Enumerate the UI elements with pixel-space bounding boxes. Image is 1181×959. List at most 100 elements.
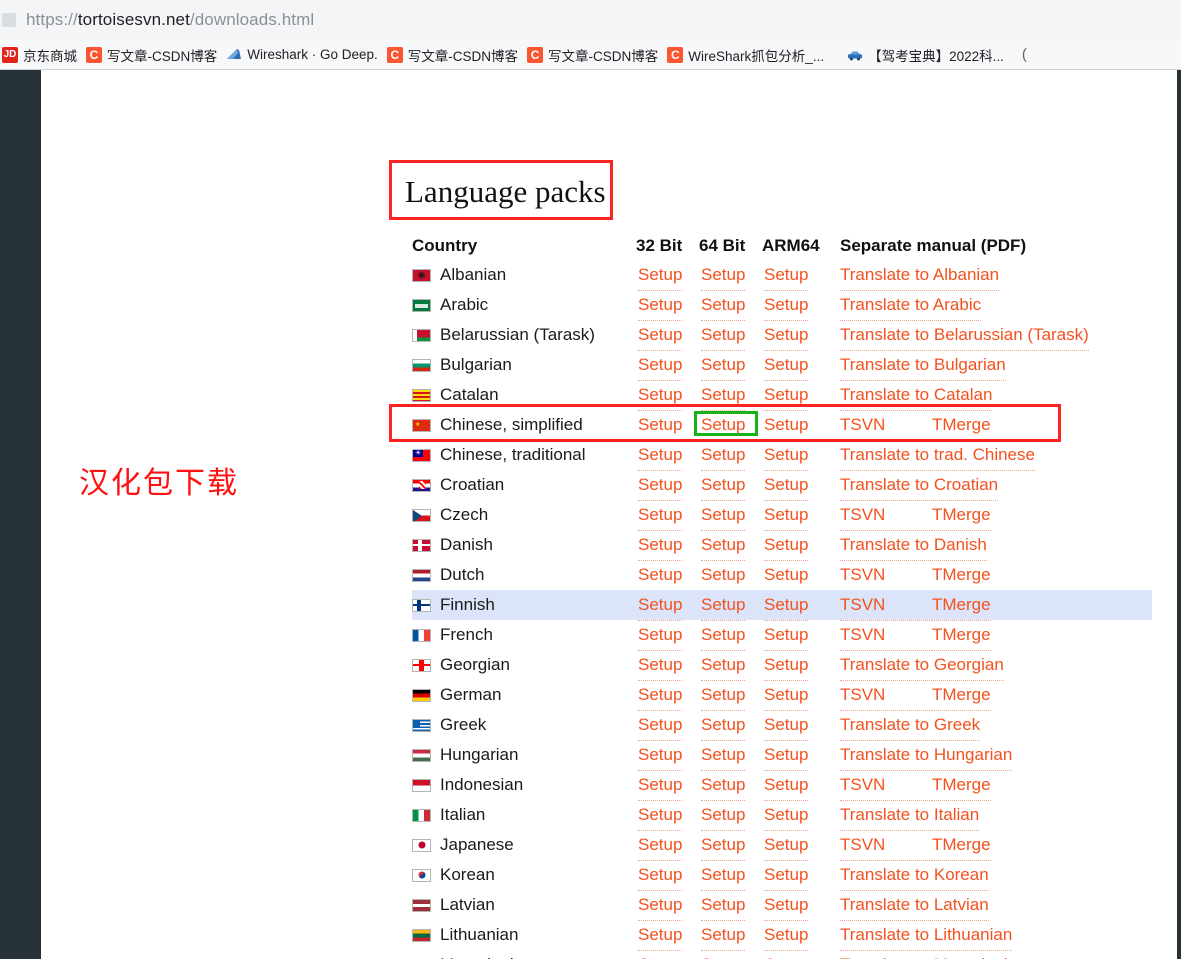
setup-32bit-link[interactable]: Setup xyxy=(638,320,683,351)
manual-translate-link[interactable]: Translate to Greek xyxy=(840,710,981,741)
setup-32bit-link[interactable]: Setup xyxy=(638,440,683,471)
setup-64bit-link[interactable]: Setup xyxy=(701,740,746,771)
setup-arm64-link[interactable]: Setup xyxy=(764,680,809,711)
manual-tmerge-link[interactable]: TMerge xyxy=(932,500,991,531)
address-bar[interactable]: https://tortoisesvn.net/downloads.html xyxy=(0,0,1181,40)
setup-64bit-link[interactable]: Setup xyxy=(701,680,746,711)
bookmark-item-csdn-1[interactable]: C 写文章-CSDN博客 xyxy=(84,42,224,68)
manual-translate-link[interactable]: Translate to Korean xyxy=(840,860,989,891)
setup-64bit-link[interactable]: Setup xyxy=(701,860,746,891)
setup-arm64-link[interactable]: Setup xyxy=(764,440,809,471)
manual-translate-link[interactable]: Translate to Catalan xyxy=(840,380,993,411)
bookmark-item-wireshark[interactable]: Wireshark · Go Deep. xyxy=(224,42,385,68)
setup-32bit-link[interactable]: Setup xyxy=(638,410,683,441)
setup-64bit-link[interactable]: Setup xyxy=(701,830,746,861)
setup-arm64-link[interactable]: Setup xyxy=(764,800,809,831)
setup-arm64-link[interactable]: Setup xyxy=(764,890,809,921)
setup-64bit-link[interactable]: Setup xyxy=(701,500,746,531)
manual-translate-link[interactable]: Translate to Macedonian xyxy=(840,950,1026,959)
setup-32bit-link[interactable]: Setup xyxy=(638,530,683,561)
bookmark-item-csdn-3[interactable]: C 写文章-CSDN博客 xyxy=(525,42,665,68)
setup-32bit-link[interactable]: Setup xyxy=(638,680,683,711)
manual-tsvn-link[interactable]: TSVN xyxy=(840,680,932,711)
setup-64bit-link[interactable]: Setup xyxy=(701,290,746,321)
manual-tsvn-link[interactable]: TSVN xyxy=(840,410,932,441)
bookmark-overflow-icon[interactable]: ( xyxy=(1015,42,1034,68)
setup-64bit-link[interactable]: Setup xyxy=(701,590,746,621)
setup-64bit-link[interactable]: Setup xyxy=(701,620,746,651)
setup-64bit-link[interactable]: Setup xyxy=(701,890,746,921)
setup-32bit-link[interactable]: Setup xyxy=(638,950,682,959)
manual-tmerge-link[interactable]: TMerge xyxy=(932,770,991,801)
setup-64bit-link[interactable]: Setup xyxy=(701,800,746,831)
manual-tmerge-link[interactable]: TMerge xyxy=(932,830,991,861)
setup-64bit-link[interactable]: Setup xyxy=(701,380,746,411)
setup-32bit-link[interactable]: Setup xyxy=(638,560,683,591)
setup-32bit-link[interactable]: Setup xyxy=(638,650,683,681)
setup-arm64-link[interactable]: Setup xyxy=(764,590,809,621)
manual-tmerge-link[interactable]: TMerge xyxy=(932,620,991,651)
setup-64bit-link[interactable]: Setup xyxy=(701,440,746,471)
bookmark-item-jd[interactable]: JD 京东商城 xyxy=(0,42,84,68)
manual-translate-link[interactable]: Translate to Lithuanian xyxy=(840,920,1013,951)
setup-32bit-link[interactable]: Setup xyxy=(638,830,683,861)
setup-64bit-link[interactable]: Setup xyxy=(701,470,746,501)
manual-translate-link[interactable]: Translate to Italian xyxy=(840,800,980,831)
manual-tsvn-link[interactable]: TSVN xyxy=(840,560,932,591)
manual-tmerge-link[interactable]: TMerge xyxy=(932,680,991,711)
setup-64bit-link[interactable]: Setup xyxy=(701,260,746,291)
setup-arm64-link[interactable]: Setup xyxy=(764,710,809,741)
manual-tsvn-link[interactable]: TSVN xyxy=(840,590,932,621)
setup-arm64-link[interactable]: Setup xyxy=(764,410,809,441)
setup-arm64-link[interactable]: Setup xyxy=(764,860,809,891)
bookmark-item-wireshark-article[interactable]: C WireShark抓包分析_... xyxy=(665,42,831,68)
setup-32bit-link[interactable]: Setup xyxy=(638,890,683,921)
setup-32bit-link[interactable]: Setup xyxy=(638,380,683,411)
setup-arm64-link[interactable]: Setup xyxy=(764,740,809,771)
setup-32bit-link[interactable]: Setup xyxy=(638,710,683,741)
setup-32bit-link[interactable]: Setup xyxy=(638,290,683,321)
manual-tsvn-link[interactable]: TSVN xyxy=(840,770,932,801)
setup-arm64-link[interactable]: Setup xyxy=(764,530,809,561)
setup-32bit-link[interactable]: Setup xyxy=(638,740,683,771)
setup-64bit-link[interactable]: Setup xyxy=(701,350,746,381)
manual-translate-link[interactable]: Translate to Latvian xyxy=(840,890,989,921)
setup-arm64-link[interactable]: Setup xyxy=(764,470,809,501)
manual-tmerge-link[interactable]: TMerge xyxy=(932,590,991,621)
setup-64bit-link[interactable]: Setup xyxy=(701,560,746,591)
setup-32bit-link[interactable]: Setup xyxy=(638,770,683,801)
setup-arm64-link[interactable]: Setup xyxy=(764,290,809,321)
setup-64bit-link[interactable]: Setup xyxy=(701,710,746,741)
manual-translate-link[interactable]: Translate to Danish xyxy=(840,530,987,561)
manual-tsvn-link[interactable]: TSVN xyxy=(840,620,932,651)
setup-32bit-link[interactable]: Setup xyxy=(638,620,683,651)
setup-64bit-link[interactable]: Setup xyxy=(701,650,746,681)
setup-arm64-link[interactable]: Setup xyxy=(764,920,809,951)
setup-arm64-link[interactable]: Setup xyxy=(764,320,809,351)
manual-translate-link[interactable]: Translate to Bulgarian xyxy=(840,350,1006,381)
setup-arm64-link[interactable]: Setup xyxy=(764,380,809,411)
setup-32bit-link[interactable]: Setup xyxy=(638,590,683,621)
setup-32bit-link[interactable]: Setup xyxy=(638,500,683,531)
setup-32bit-link[interactable]: Setup xyxy=(638,350,683,381)
manual-translate-link[interactable]: Translate to Hungarian xyxy=(840,740,1013,771)
manual-translate-link[interactable]: Translate to Croatian xyxy=(840,470,999,501)
setup-arm64-link[interactable]: Setup xyxy=(764,350,809,381)
setup-arm64-link[interactable]: Setup xyxy=(764,650,809,681)
setup-32bit-link[interactable]: Setup xyxy=(638,470,683,501)
setup-64bit-link[interactable]: Setup xyxy=(701,950,745,959)
manual-translate-link[interactable]: Translate to Belarussian (Tarask) xyxy=(840,320,1089,351)
manual-translate-link[interactable]: Translate to Arabic xyxy=(840,290,982,321)
manual-tsvn-link[interactable]: TSVN xyxy=(840,830,932,861)
manual-translate-link[interactable]: Translate to Albanian xyxy=(840,260,1000,291)
setup-32bit-link[interactable]: Setup xyxy=(638,920,683,951)
manual-tmerge-link[interactable]: TMerge xyxy=(932,560,991,591)
setup-arm64-link[interactable]: Setup xyxy=(764,830,809,861)
setup-64bit-link[interactable]: Setup xyxy=(701,770,746,801)
setup-64bit-link[interactable]: Setup xyxy=(701,410,746,441)
setup-arm64-link[interactable]: Setup xyxy=(764,950,808,959)
setup-32bit-link[interactable]: Setup xyxy=(638,860,683,891)
setup-arm64-link[interactable]: Setup xyxy=(764,260,809,291)
manual-tmerge-link[interactable]: TMerge xyxy=(932,410,991,441)
setup-32bit-link[interactable]: Setup xyxy=(638,800,683,831)
